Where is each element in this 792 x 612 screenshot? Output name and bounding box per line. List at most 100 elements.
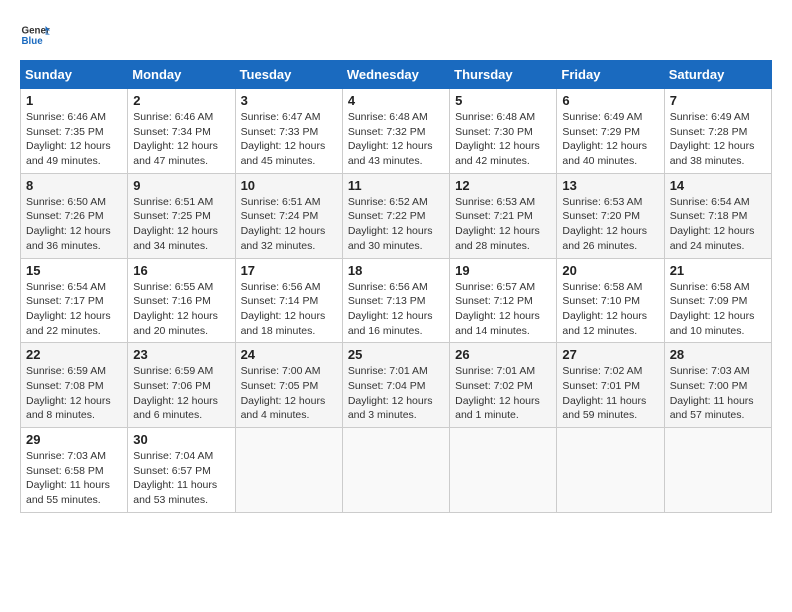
day-number: 22 <box>26 347 122 362</box>
calendar-day-cell: 7 Sunrise: 6:49 AM Sunset: 7:28 PM Daylig… <box>664 89 771 174</box>
day-number: 4 <box>348 93 444 108</box>
day-number: 28 <box>670 347 766 362</box>
calendar-day-cell: 14 Sunrise: 6:54 AM Sunset: 7:18 PM Dayli… <box>664 173 771 258</box>
calendar-day-cell <box>557 428 664 513</box>
calendar-table: SundayMondayTuesdayWednesdayThursdayFrid… <box>20 60 772 513</box>
calendar-day-cell: 4 Sunrise: 6:48 AM Sunset: 7:32 PM Daylig… <box>342 89 449 174</box>
calendar-week-row: 22 Sunrise: 6:59 AM Sunset: 7:08 PM Dayli… <box>21 343 772 428</box>
day-info: Sunrise: 6:51 AM Sunset: 7:24 PM Dayligh… <box>241 195 337 254</box>
calendar-header-row: SundayMondayTuesdayWednesdayThursdayFrid… <box>21 61 772 89</box>
calendar-day-cell: 15Sunrise: 6:54 AM Sunset: 7:17 PM Dayli… <box>21 258 128 343</box>
day-number: 29 <box>26 432 122 447</box>
calendar-day-cell <box>450 428 557 513</box>
day-info: Sunrise: 6:49 AM Sunset: 7:28 PM Dayligh… <box>670 110 766 169</box>
day-number: 25 <box>348 347 444 362</box>
day-number: 1 <box>26 93 122 108</box>
calendar-day-cell: 5 Sunrise: 6:48 AM Sunset: 7:30 PM Daylig… <box>450 89 557 174</box>
day-number: 14 <box>670 178 766 193</box>
day-number: 11 <box>348 178 444 193</box>
day-info: Sunrise: 7:02 AM Sunset: 7:01 PM Dayligh… <box>562 364 658 423</box>
day-number: 6 <box>562 93 658 108</box>
day-info: Sunrise: 6:49 AM Sunset: 7:29 PM Dayligh… <box>562 110 658 169</box>
day-info: Sunrise: 6:58 AM Sunset: 7:09 PM Dayligh… <box>670 280 766 339</box>
day-number: 2 <box>133 93 229 108</box>
calendar-week-row: 8 Sunrise: 6:50 AM Sunset: 7:26 PM Daylig… <box>21 173 772 258</box>
day-info: Sunrise: 6:53 AM Sunset: 7:20 PM Dayligh… <box>562 195 658 254</box>
calendar-day-cell: 3 Sunrise: 6:47 AM Sunset: 7:33 PM Daylig… <box>235 89 342 174</box>
calendar-day-cell: 22 Sunrise: 6:59 AM Sunset: 7:08 PM Dayli… <box>21 343 128 428</box>
calendar-day-cell: 28 Sunrise: 7:03 AM Sunset: 7:00 PM Dayli… <box>664 343 771 428</box>
calendar-day-cell: 12Sunrise: 6:53 AM Sunset: 7:21 PM Dayli… <box>450 173 557 258</box>
day-number: 23 <box>133 347 229 362</box>
day-info: Sunrise: 6:53 AM Sunset: 7:21 PM Dayligh… <box>455 195 551 254</box>
calendar-day-cell <box>235 428 342 513</box>
page-header: General Blue <box>20 20 772 50</box>
day-info: Sunrise: 6:46 AM Sunset: 7:35 PM Dayligh… <box>26 110 122 169</box>
day-number: 8 <box>26 178 122 193</box>
day-number: 13 <box>562 178 658 193</box>
day-info: Sunrise: 6:57 AM Sunset: 7:12 PM Dayligh… <box>455 280 551 339</box>
calendar-day-cell: 25 Sunrise: 7:01 AM Sunset: 7:04 PM Dayli… <box>342 343 449 428</box>
calendar-day-header: Sunday <box>21 61 128 89</box>
day-info: Sunrise: 6:59 AM Sunset: 7:06 PM Dayligh… <box>133 364 229 423</box>
calendar-day-cell: 29 Sunrise: 7:03 AM Sunset: 6:58 PM Dayli… <box>21 428 128 513</box>
day-number: 15 <box>26 263 122 278</box>
day-number: 30 <box>133 432 229 447</box>
logo: General Blue <box>20 20 50 50</box>
day-info: Sunrise: 6:55 AM Sunset: 7:16 PM Dayligh… <box>133 280 229 339</box>
calendar-day-cell: 17 Sunrise: 6:56 AM Sunset: 7:14 PM Dayli… <box>235 258 342 343</box>
day-info: Sunrise: 7:01 AM Sunset: 7:04 PM Dayligh… <box>348 364 444 423</box>
calendar-day-cell: 9Sunrise: 6:51 AM Sunset: 7:25 PM Daylig… <box>128 173 235 258</box>
day-number: 3 <box>241 93 337 108</box>
calendar-day-cell: 21Sunrise: 6:58 AM Sunset: 7:09 PM Dayli… <box>664 258 771 343</box>
day-info: Sunrise: 6:56 AM Sunset: 7:13 PM Dayligh… <box>348 280 444 339</box>
day-number: 20 <box>562 263 658 278</box>
day-info: Sunrise: 6:51 AM Sunset: 7:25 PM Dayligh… <box>133 195 229 254</box>
calendar-day-cell: 2Sunrise: 6:46 AM Sunset: 7:34 PM Daylig… <box>128 89 235 174</box>
day-number: 7 <box>670 93 766 108</box>
day-info: Sunrise: 7:03 AM Sunset: 7:00 PM Dayligh… <box>670 364 766 423</box>
day-info: Sunrise: 6:50 AM Sunset: 7:26 PM Dayligh… <box>26 195 122 254</box>
day-info: Sunrise: 7:03 AM Sunset: 6:58 PM Dayligh… <box>26 449 122 508</box>
calendar-day-cell: 6 Sunrise: 6:49 AM Sunset: 7:29 PM Daylig… <box>557 89 664 174</box>
svg-text:Blue: Blue <box>22 36 44 47</box>
calendar-day-header: Thursday <box>450 61 557 89</box>
day-info: Sunrise: 6:59 AM Sunset: 7:08 PM Dayligh… <box>26 364 122 423</box>
calendar-day-cell: 11 Sunrise: 6:52 AM Sunset: 7:22 PM Dayli… <box>342 173 449 258</box>
calendar-day-cell: 16Sunrise: 6:55 AM Sunset: 7:16 PM Dayli… <box>128 258 235 343</box>
day-info: Sunrise: 6:48 AM Sunset: 7:32 PM Dayligh… <box>348 110 444 169</box>
day-number: 19 <box>455 263 551 278</box>
calendar-day-cell: 19 Sunrise: 6:57 AM Sunset: 7:12 PM Dayli… <box>450 258 557 343</box>
calendar-week-row: 29 Sunrise: 7:03 AM Sunset: 6:58 PM Dayli… <box>21 428 772 513</box>
day-number: 17 <box>241 263 337 278</box>
day-number: 5 <box>455 93 551 108</box>
day-info: Sunrise: 6:48 AM Sunset: 7:30 PM Dayligh… <box>455 110 551 169</box>
calendar-day-cell: 10Sunrise: 6:51 AM Sunset: 7:24 PM Dayli… <box>235 173 342 258</box>
calendar-day-cell: 30 Sunrise: 7:04 AM Sunset: 6:57 PM Dayli… <box>128 428 235 513</box>
calendar-week-row: 15Sunrise: 6:54 AM Sunset: 7:17 PM Dayli… <box>21 258 772 343</box>
calendar-week-row: 1 Sunrise: 6:46 AM Sunset: 7:35 PM Daylig… <box>21 89 772 174</box>
day-info: Sunrise: 7:01 AM Sunset: 7:02 PM Dayligh… <box>455 364 551 423</box>
day-info: Sunrise: 6:58 AM Sunset: 7:10 PM Dayligh… <box>562 280 658 339</box>
day-number: 27 <box>562 347 658 362</box>
calendar-day-cell: 24Sunrise: 7:00 AM Sunset: 7:05 PM Dayli… <box>235 343 342 428</box>
calendar-day-cell: 20 Sunrise: 6:58 AM Sunset: 7:10 PM Dayli… <box>557 258 664 343</box>
calendar-day-cell <box>342 428 449 513</box>
day-info: Sunrise: 6:47 AM Sunset: 7:33 PM Dayligh… <box>241 110 337 169</box>
calendar-day-header: Wednesday <box>342 61 449 89</box>
day-info: Sunrise: 6:52 AM Sunset: 7:22 PM Dayligh… <box>348 195 444 254</box>
calendar-day-cell: 26 Sunrise: 7:01 AM Sunset: 7:02 PM Dayli… <box>450 343 557 428</box>
calendar-day-header: Friday <box>557 61 664 89</box>
day-number: 24 <box>241 347 337 362</box>
calendar-day-cell: 13 Sunrise: 6:53 AM Sunset: 7:20 PM Dayli… <box>557 173 664 258</box>
day-number: 26 <box>455 347 551 362</box>
day-number: 18 <box>348 263 444 278</box>
calendar-day-cell: 27 Sunrise: 7:02 AM Sunset: 7:01 PM Dayli… <box>557 343 664 428</box>
logo-icon: General Blue <box>20 20 50 50</box>
day-info: Sunrise: 6:54 AM Sunset: 7:18 PM Dayligh… <box>670 195 766 254</box>
day-info: Sunrise: 7:04 AM Sunset: 6:57 PM Dayligh… <box>133 449 229 508</box>
calendar-day-header: Tuesday <box>235 61 342 89</box>
calendar-body: 1 Sunrise: 6:46 AM Sunset: 7:35 PM Daylig… <box>21 89 772 513</box>
day-info: Sunrise: 6:56 AM Sunset: 7:14 PM Dayligh… <box>241 280 337 339</box>
calendar-day-cell: 23 Sunrise: 6:59 AM Sunset: 7:06 PM Dayli… <box>128 343 235 428</box>
